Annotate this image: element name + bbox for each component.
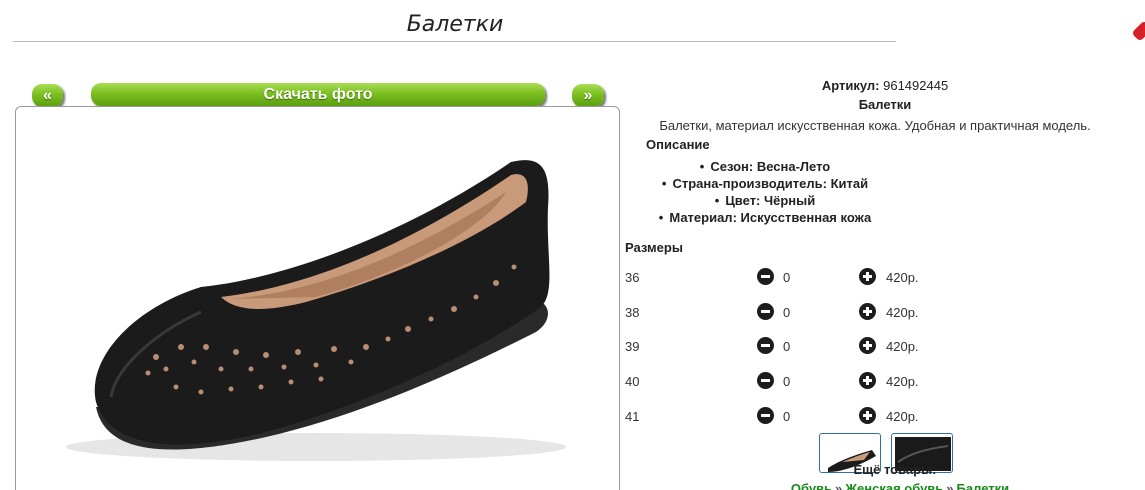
breadcrumb: Обувь» Женская обувь» Балетки: [770, 481, 1030, 490]
quantity-value: 0: [783, 339, 791, 354]
breadcrumb-link[interactable]: Обувь: [791, 481, 832, 490]
size-label: 39: [625, 339, 640, 354]
price-value: 420р.: [886, 270, 919, 285]
page-title: Балетки: [406, 12, 504, 37]
quantity-value: 0: [783, 409, 791, 424]
size-label: 36: [625, 270, 640, 285]
corner-logo-fragment: [1131, 20, 1145, 42]
feature-list: Сезон: Весна-Лето Страна-производитель: …: [600, 158, 930, 226]
article-value: 961492445: [883, 78, 949, 93]
breadcrumb-separator: »: [835, 481, 843, 490]
product-photo: [15, 106, 620, 490]
breadcrumb-link[interactable]: Женская обувь: [845, 481, 943, 490]
minus-icon[interactable]: [757, 372, 774, 389]
size-label: 40: [625, 374, 640, 389]
price-value: 420р.: [886, 374, 919, 389]
size-row: 39 0 420р.: [625, 337, 1025, 357]
feature-item: Цвет: Чёрный: [600, 192, 930, 209]
price-value: 420р.: [886, 339, 919, 354]
size-label: 41: [625, 409, 640, 424]
article-line: Артикул: 961492445: [620, 78, 1145, 93]
quantity-value: 0: [783, 270, 791, 285]
minus-icon[interactable]: [757, 337, 774, 354]
plus-icon[interactable]: [859, 407, 876, 424]
article-label: Артикул:: [821, 78, 880, 93]
size-row: 40 0 420р.: [625, 372, 1025, 392]
feature-item: Сезон: Весна-Лето: [600, 158, 930, 175]
sizes-heading: Размеры: [625, 240, 683, 255]
description-heading: Описание: [646, 137, 710, 152]
product-name: Балетки: [858, 97, 912, 112]
title-divider: [13, 41, 896, 42]
product-description: Балетки, материал искусственная кожа. Уд…: [659, 118, 1091, 133]
minus-icon[interactable]: [757, 303, 774, 320]
download-photo-button[interactable]: Скачать фото: [91, 83, 545, 106]
size-label: 38: [625, 305, 640, 320]
minus-icon[interactable]: [757, 407, 774, 424]
quantity-value: 0: [783, 305, 791, 320]
next-photo-button[interactable]: »: [572, 84, 604, 107]
size-row: 41 0 420р.: [625, 407, 1025, 427]
feature-item: Страна-производитель: Китай: [600, 175, 930, 192]
size-row: 38 0 420р.: [625, 303, 1025, 323]
price-value: 420р.: [886, 409, 919, 424]
size-row: 36 0 420р.: [625, 268, 1025, 288]
feature-item: Материал: Искусственная кожа: [600, 209, 930, 226]
breadcrumb-separator: »: [946, 481, 954, 490]
plus-icon[interactable]: [859, 303, 876, 320]
more-products-heading: Ещё товары:: [853, 462, 937, 477]
prev-photo-button[interactable]: «: [32, 84, 63, 107]
plus-icon[interactable]: [859, 268, 876, 285]
ballet-flat-image: [66, 160, 566, 461]
breadcrumb-link[interactable]: Балетки: [957, 481, 1010, 490]
plus-icon[interactable]: [859, 372, 876, 389]
quantity-value: 0: [783, 374, 791, 389]
price-value: 420р.: [886, 305, 919, 320]
minus-icon[interactable]: [757, 268, 774, 285]
plus-icon[interactable]: [859, 337, 876, 354]
